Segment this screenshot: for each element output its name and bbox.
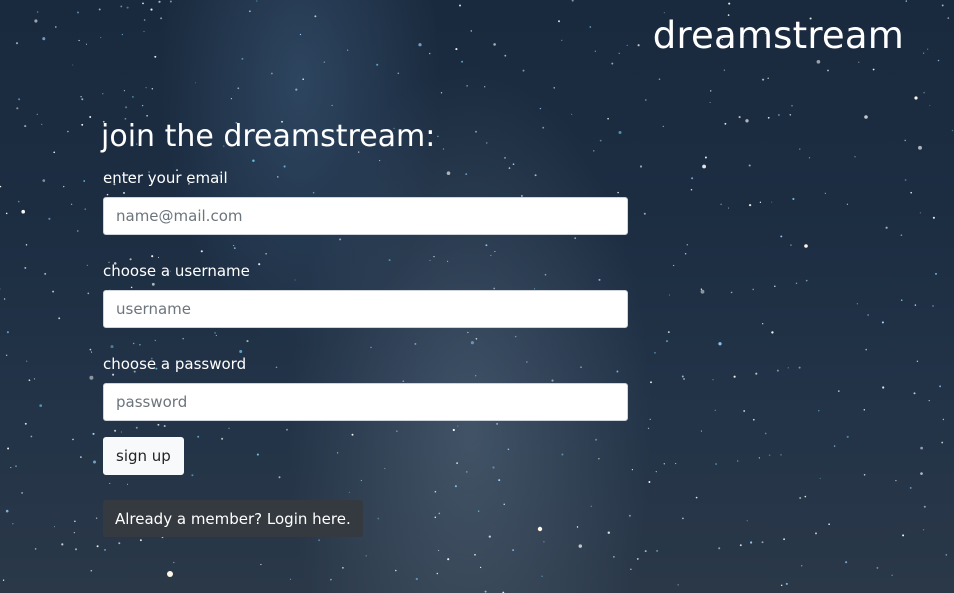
- username-label: choose a username: [103, 262, 250, 280]
- signup-form: join the dreamstream: enter your email c…: [101, 118, 628, 537]
- brand-logo[interactable]: dreamstream: [653, 14, 904, 57]
- email-input[interactable]: [103, 197, 628, 235]
- password-input[interactable]: [103, 383, 628, 421]
- username-input[interactable]: [103, 290, 628, 328]
- form-title: join the dreamstream:: [101, 119, 436, 154]
- login-link-button[interactable]: Already a member? Login here.: [103, 500, 363, 537]
- sign-up-button[interactable]: sign up: [103, 437, 184, 475]
- password-label: choose a password: [103, 355, 247, 373]
- email-label: enter your email: [103, 169, 228, 187]
